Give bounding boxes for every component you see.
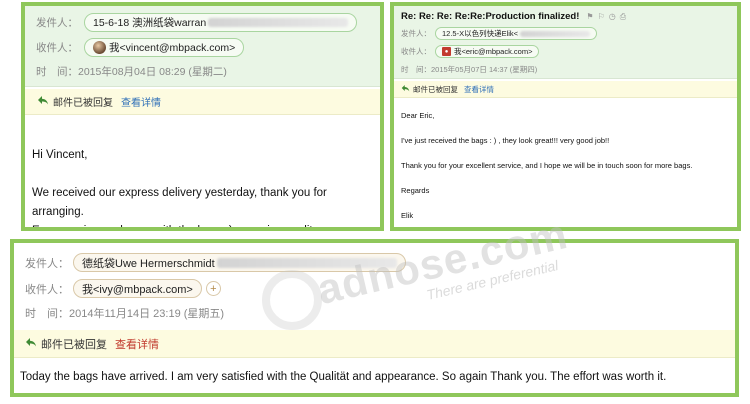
avatar: ● [442, 47, 451, 56]
time-row: 时 间： 2015年08月04日 08:29 (星期二) [36, 64, 227, 79]
to-label: 收件人： [401, 47, 431, 56]
body-line: We received our express delivery yesterd… [32, 187, 327, 218]
body-line: Hi Vincent, [32, 149, 88, 161]
body-line: Everyone is very happy with the bags :) … [32, 225, 321, 231]
recipient-address: 我<eric@mbpack.com> [454, 47, 533, 56]
replied-label: 邮件已被回复 [41, 338, 107, 351]
time-value: 2015年05月07日 14:37 (星期四) [431, 65, 538, 74]
mark-icon[interactable]: ⚐ [598, 12, 605, 22]
to-row: 收件人： ● 我<eric@mbpack.com> [401, 45, 540, 58]
subject-text: Re: Re: Re: Re:Re:Production finalized! [401, 11, 580, 22]
email-panel-elik: Re: Re: Re: Re:Re:Production finalized! … [390, 2, 741, 231]
redacted-address [208, 18, 349, 27]
email-header: Re: Re: Re: Re:Re:Production finalized! … [394, 6, 737, 79]
view-details-link[interactable]: 查看详情 [464, 84, 494, 95]
time-row: 时 间： 2015年05月07日 14:37 (星期四) [401, 64, 537, 75]
body-line: I've just received the bags : ) , they l… [401, 136, 610, 145]
sender-name: 15-6-18 澳洲纸袋warran [93, 17, 207, 29]
recipient-chip[interactable]: ● 我<eric@mbpack.com> [435, 45, 540, 58]
time-value: 2014年11月14日 23:19 (星期五) [69, 308, 225, 320]
redacted-address [216, 257, 397, 268]
time-label: 时 间： [401, 65, 431, 74]
to-label: 收件人： [36, 42, 78, 54]
print-icon[interactable]: ⎙ [620, 12, 626, 22]
reply-status-bar: 邮件已被回复 查看详情 [14, 330, 735, 358]
recipient-chip[interactable]: 我<vincent@mbpack.com> [84, 38, 245, 57]
view-details-link[interactable]: 查看详情 [115, 336, 159, 352]
body-line: Regards [401, 186, 430, 195]
reply-status-bar: 邮件已被回复 查看详情 [25, 89, 380, 115]
email-body: Today the bags have arrived. I am very s… [14, 371, 735, 383]
sender-chip[interactable]: 15-6-18 澳洲纸袋warran [84, 13, 358, 32]
to-row: 收件人： 我<ivy@mbpack.com> + [25, 279, 221, 298]
email-header: 发件人： 德纸袋Uwe Hermerschmidt 收件人： 我<ivy@mbp… [14, 243, 735, 329]
sender-name: 德纸袋Uwe Hermerschmidt [82, 257, 215, 270]
clock-icon[interactable]: ◷ [609, 12, 616, 22]
recipient-chip[interactable]: 我<ivy@mbpack.com> [73, 279, 202, 298]
flag-icon[interactable]: ⚑ [586, 12, 593, 22]
body-line: Today the bags have arrived. I am very s… [20, 371, 667, 383]
replied-label: 邮件已被回复 [53, 98, 113, 109]
add-contact-icon[interactable]: + [205, 281, 221, 296]
time-label: 时 间： [25, 308, 69, 320]
sender-chip[interactable]: 德纸袋Uwe Hermerschmidt [73, 253, 406, 272]
recipient-address: 我<ivy@mbpack.com> [82, 283, 193, 296]
email-panel-vincent: 发件人： 15-6-18 澳洲纸袋warran 收件人： 我<vincent@m… [21, 2, 384, 231]
email-header: 发件人： 15-6-18 澳洲纸袋warran 收件人： 我<vincent@m… [25, 6, 380, 87]
from-row: 发件人： 15-6-18 澳洲纸袋warran [36, 13, 358, 32]
reply-arrow-icon [401, 84, 410, 94]
email-body: Hi Vincent, We received our express deli… [25, 146, 380, 231]
recipient-address: 我<vincent@mbpack.com> [109, 42, 236, 54]
reply-arrow-icon [37, 95, 49, 108]
time-row: 时 间： 2014年11月14日 23:19 (星期五) [25, 305, 224, 321]
body-line: Thank you for your excellent service, an… [401, 161, 693, 170]
email-body: Dear Eric, I've just received the bags :… [394, 108, 737, 224]
email-panel-uwe: 发件人： 德纸袋Uwe Hermerschmidt 收件人： 我<ivy@mbp… [10, 239, 739, 397]
to-label: 收件人： [25, 283, 69, 296]
replied-label: 邮件已被回复 [413, 84, 458, 94]
avatar [93, 41, 106, 54]
redacted-address [520, 30, 591, 37]
reply-status-bar: 邮件已被回复 查看详情 [394, 81, 737, 98]
body-line: Dear Eric, [401, 111, 435, 120]
reply-arrow-icon [25, 337, 37, 350]
time-value: 2015年08月04日 08:29 (星期二) [78, 66, 227, 78]
from-row: 发件人： 12.5-X以色列快递Elik< [401, 27, 598, 40]
from-label: 发件人： [25, 257, 69, 270]
from-label: 发件人： [401, 29, 431, 38]
from-label: 发件人： [36, 17, 78, 29]
sender-chip[interactable]: 12.5-X以色列快递Elik< [435, 27, 598, 40]
from-row: 发件人： 德纸袋Uwe Hermerschmidt [25, 253, 406, 272]
body-line: Elik [401, 211, 414, 220]
to-row: 收件人： 我<vincent@mbpack.com> [36, 38, 245, 57]
subject-tools: ⚑ ⚐ ◷ ⎙ [586, 12, 626, 22]
time-label: 时 间： [36, 66, 78, 78]
body-line [32, 165, 380, 184]
email-subject: Re: Re: Re: Re:Re:Production finalized! … [401, 11, 626, 22]
view-details-link[interactable]: 查看详情 [121, 94, 161, 109]
sender-name: 12.5-X以色列快递Elik< [442, 29, 519, 38]
